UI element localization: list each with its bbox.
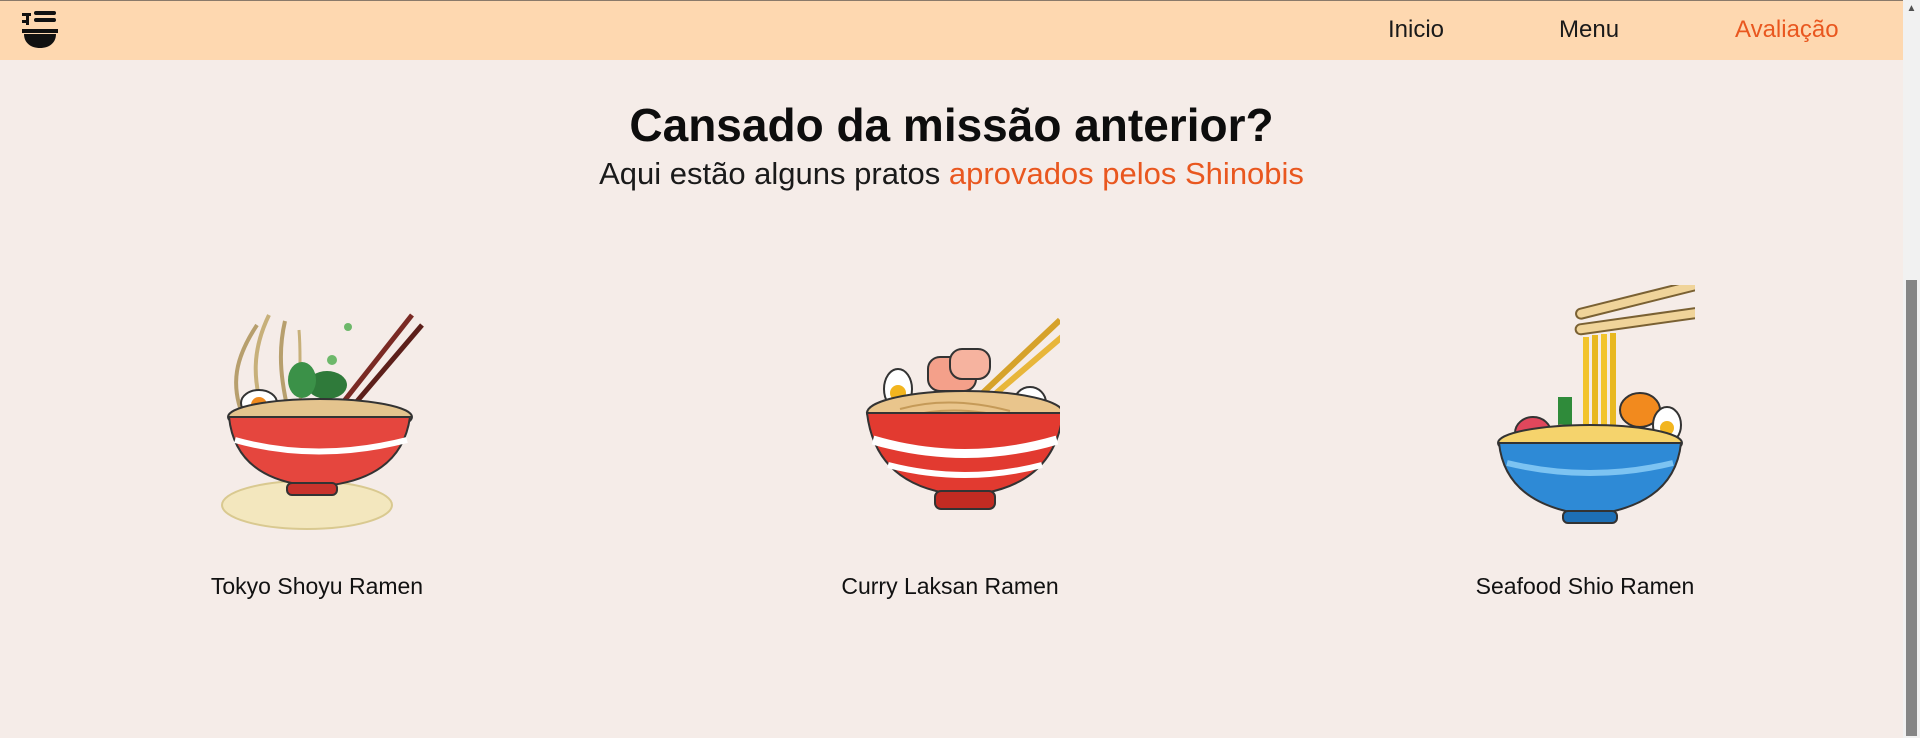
dish-card-tokyo-shoyu[interactable]: Tokyo Shoyu Ramen [187, 285, 447, 610]
subtitle-highlight: aprovados pelos Shinobis [948, 156, 1304, 191]
dish-name: Tokyo Shoyu Ramen [210, 573, 424, 599]
scroll-up-arrow-icon[interactable]: ▲ [1903, 0, 1920, 17]
nav-link-menu[interactable]: Menu [1559, 16, 1619, 44]
nav-link-inicio[interactable]: Inicio [1388, 16, 1444, 44]
page-title: Cansado da missão anterior? [629, 99, 1274, 151]
navbar: Inicio Menu Avaliação [0, 0, 1903, 60]
nav-link-avaliacao[interactable]: Avaliação [1735, 16, 1839, 44]
ramen-bowl-logo-icon[interactable] [20, 7, 60, 51]
scrollbar-thumb[interactable] [1906, 280, 1917, 736]
dish-name: Curry Laksan Ramen [841, 573, 1059, 599]
page: Inicio Menu Avaliação Cansado da missão … [0, 0, 1903, 738]
vertical-scrollbar[interactable]: ▲ [1903, 0, 1920, 738]
ramen-bowl-shrimp-icon [865, 317, 1060, 510]
page-subtitle: Aqui estão alguns pratos aprovados pelos… [0, 156, 1903, 192]
subtitle-text: Aqui estão alguns pratos [599, 156, 949, 191]
dish-name: Seafood Shio Ramen [1475, 573, 1695, 599]
ramen-bowl-blue-icon [1497, 285, 1695, 524]
dish-card-seafood-shio[interactable]: Seafood Shio Ramen [1455, 285, 1715, 610]
ramen-bowl-red-icon [221, 313, 424, 530]
dish-card-curry-laksan[interactable]: Curry Laksan Ramen [820, 285, 1080, 610]
